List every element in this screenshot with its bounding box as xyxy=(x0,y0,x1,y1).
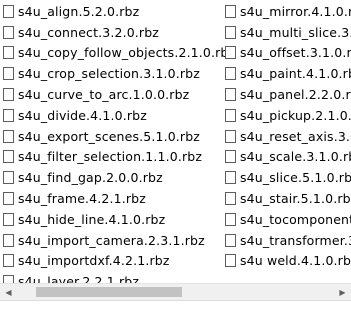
file-list-item[interactable]: s4u_hide_line.4.1.0.rbz xyxy=(0,209,222,230)
file-name-label: s4u_copy_follow_objects.2.1.0.rbz xyxy=(18,45,236,61)
file-list-item[interactable]: s4u_connect.3.2.0.rbz xyxy=(0,22,222,43)
file-list-item[interactable]: s4u_pickup.2.1.0.rb xyxy=(222,105,351,126)
file-name-label: s4u_crop_selection.3.1.0.rbz xyxy=(18,66,200,82)
file-icon xyxy=(225,108,236,122)
file-icon xyxy=(225,4,236,18)
file-list-item[interactable]: s4u_multi_slice.3.1. xyxy=(222,22,351,43)
file-name-label: s4u_multi_slice.3.1. xyxy=(240,24,351,40)
file-list-item[interactable]: s4u_paint.4.1.0.rbz xyxy=(222,63,351,84)
file-name-label: s4u_reset_axis.3.0.0 xyxy=(240,128,351,144)
file-list-item[interactable]: s4u_align.5.2.0.rbz xyxy=(0,1,222,22)
file-icon xyxy=(225,25,236,39)
file-list-item[interactable]: s4u_curve_to_arc.1.0.0.rbz xyxy=(0,84,222,105)
file-name-label: s4u_panel.2.2.0.rbz xyxy=(240,87,351,103)
file-name-label: s4u_scale.3.1.0.rbz xyxy=(240,149,351,165)
file-name-label: s4u_connect.3.2.0.rbz xyxy=(18,24,160,40)
scroll-left-arrow-icon[interactable]: ◀ xyxy=(0,284,17,300)
horizontal-scrollbar[interactable]: ◀ ▶ xyxy=(0,283,351,300)
file-list-item[interactable]: s4u_scale.3.1.0.rbz xyxy=(222,147,351,168)
file-icon xyxy=(3,129,14,143)
file-icon xyxy=(3,171,14,185)
file-list-item[interactable]: s4u_frame.4.2.1.rbz xyxy=(0,188,222,209)
file-name-label: s4u_frame.4.2.1.rbz xyxy=(18,191,146,207)
file-icon xyxy=(3,254,14,268)
file-list-item[interactable]: s4u_import_camera.2.3.1.rbz xyxy=(0,230,222,251)
file-icon xyxy=(225,67,236,81)
file-list-item[interactable]: s4u weld.4.1.0.rbz xyxy=(222,251,351,272)
file-list-item[interactable]: s4u_divide.4.1.0.rbz xyxy=(0,105,222,126)
file-name-label: s4u_mirror.4.1.0.rbz xyxy=(240,3,351,19)
file-icon xyxy=(225,192,236,206)
file-icon xyxy=(225,150,236,164)
file-name-label: s4u_offset.3.1.0.rbz xyxy=(240,45,351,61)
file-name-label: s4u_divide.4.1.0.rbz xyxy=(18,107,147,123)
file-list-view[interactable]: s4u_align.5.2.0.rbz s4u_connect.3.2.0.rbz… xyxy=(0,0,351,312)
file-name-label: s4u_importdxf.4.2.1.rbz xyxy=(18,253,170,269)
file-name-label: s4u_tocomponents. xyxy=(240,211,351,227)
file-icon xyxy=(3,192,14,206)
file-name-label: s4u_slice.5.1.0.rbz xyxy=(240,170,351,186)
file-icon xyxy=(3,46,14,60)
scrollbar-thumb[interactable] xyxy=(36,287,182,297)
file-name-label: s4u_import_camera.2.3.1.rbz xyxy=(18,232,205,248)
file-name-label: s4u_filter_selection.1.1.0.rbz xyxy=(18,149,203,165)
file-icon xyxy=(3,4,14,18)
file-list-item[interactable]: s4u_copy_follow_objects.2.1.0.rbz xyxy=(0,43,235,64)
file-name-label: s4u weld.4.1.0.rbz xyxy=(240,253,351,269)
file-list-item[interactable]: s4u_filter_selection.1.1.0.rbz xyxy=(0,147,222,168)
file-list-item[interactable]: s4u_reset_axis.3.0.0 xyxy=(222,126,351,147)
file-icon xyxy=(3,88,14,102)
file-list-item[interactable]: s4u_stair.5.1.0.rbz xyxy=(222,188,351,209)
file-icon xyxy=(225,129,236,143)
file-name-label: s4u_align.5.2.0.rbz xyxy=(18,3,140,19)
file-icon xyxy=(225,254,236,268)
file-list-item[interactable]: s4u_slice.5.1.0.rbz xyxy=(222,167,351,188)
file-icon xyxy=(3,67,14,81)
file-list-item[interactable]: s4u_transformer.3. xyxy=(222,230,351,251)
list-bottom-edge xyxy=(0,300,351,312)
file-icon xyxy=(225,46,236,60)
file-name-label: s4u_curve_to_arc.1.0.0.rbz xyxy=(18,87,190,103)
file-icon xyxy=(225,233,236,247)
file-icon xyxy=(225,171,236,185)
file-name-label: s4u_hide_line.4.1.0.rbz xyxy=(18,211,166,227)
file-name-label: s4u_export_scenes.5.1.0.rbz xyxy=(18,128,201,144)
file-list-column-2: s4u_mirror.4.1.0.rbz s4u_multi_slice.3.1.… xyxy=(222,1,351,271)
file-name-label: s4u_find_gap.2.0.0.rbz xyxy=(18,170,163,186)
file-list-item[interactable]: s4u_mirror.4.1.0.rbz xyxy=(222,1,351,22)
file-name-label: s4u_stair.5.1.0.rbz xyxy=(240,191,351,207)
file-name-label: s4u_paint.4.1.0.rbz xyxy=(240,66,351,82)
scroll-right-arrow-icon[interactable]: ▶ xyxy=(334,284,351,300)
file-list-column-1: s4u_align.5.2.0.rbz s4u_connect.3.2.0.rbz… xyxy=(0,1,235,312)
file-icon xyxy=(3,150,14,164)
file-list-item[interactable]: s4u_tocomponents. xyxy=(222,209,351,230)
file-name-label: s4u_pickup.2.1.0.rb xyxy=(240,107,351,123)
file-icon xyxy=(3,25,14,39)
file-list-item[interactable]: s4u_find_gap.2.0.0.rbz xyxy=(0,167,222,188)
file-icon xyxy=(3,108,14,122)
file-icon xyxy=(3,233,14,247)
file-icon xyxy=(3,212,14,226)
file-icon xyxy=(225,88,236,102)
file-list-item[interactable]: s4u_export_scenes.5.1.0.rbz xyxy=(0,126,222,147)
file-name-label: s4u_transformer.3. xyxy=(240,232,351,248)
file-list-item[interactable]: s4u_crop_selection.3.1.0.rbz xyxy=(0,63,222,84)
file-list-item[interactable]: s4u_panel.2.2.0.rbz xyxy=(222,84,351,105)
file-icon xyxy=(225,212,236,226)
file-list-item[interactable]: s4u_offset.3.1.0.rbz xyxy=(222,43,351,64)
file-list-item[interactable]: s4u_importdxf.4.2.1.rbz xyxy=(0,251,222,272)
